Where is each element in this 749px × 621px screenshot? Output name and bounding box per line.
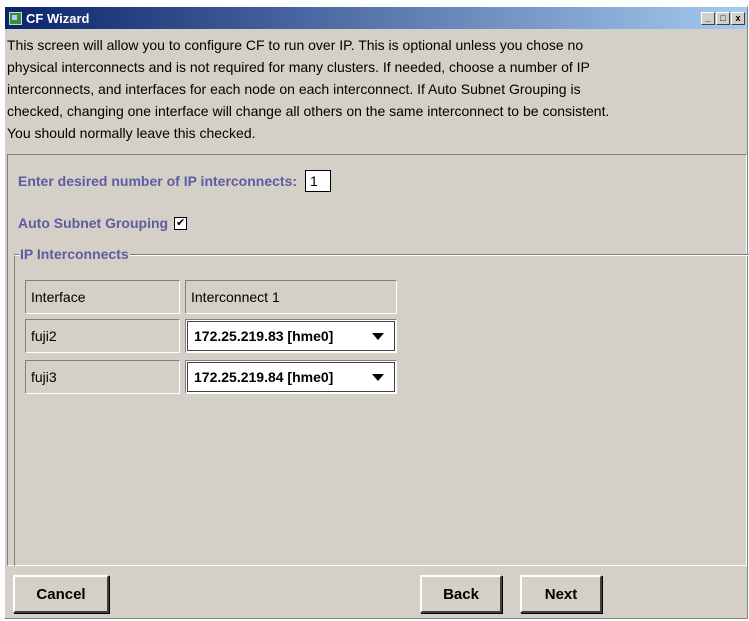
dropdown-arrow-icon[interactable] [372,332,384,340]
interconnect-count-row: Enter desired number of IP interconnects… [18,170,332,192]
title-bar[interactable]: CF Wizard _ □ x [5,7,747,29]
cf-wizard-window: CF Wizard _ □ x This screen will allow y… [4,6,749,619]
maximize-button[interactable]: □ [716,11,730,25]
window-title: CF Wizard [26,10,90,26]
interconnect-select-value: 172.25.219.84 [hme0] [194,369,334,385]
cancel-button[interactable]: Cancel [13,575,109,613]
header-interface: Interface [25,280,180,314]
interconnect-count-input[interactable]: 1 [305,170,332,192]
interconnect-select-fuji2[interactable]: 172.25.219.83 [hme0] [185,319,397,353]
ip-interconnects-group: IP Interconnects Interface Interconnect … [14,246,749,566]
interconnect-select-value: 172.25.219.83 [hme0] [194,328,334,344]
back-button[interactable]: Back [420,575,502,613]
window-controls: _ □ x [700,11,745,25]
dropdown-arrow-icon[interactable] [372,373,384,381]
header-interconnect-1: Interconnect 1 [185,280,397,314]
minimize-button[interactable]: _ [701,11,715,25]
auto-subnet-checkbox[interactable]: ✔ [174,216,188,230]
description-line: physical interconnects and is not requir… [7,59,590,75]
interconnect-select-box[interactable]: 172.25.219.83 [hme0] [187,321,395,351]
auto-subnet-row: Auto Subnet Grouping ✔ [18,215,188,231]
auto-subnet-label: Auto Subnet Grouping [18,215,169,231]
description-text: This screen will allow you to configure … [7,34,747,144]
app-icon [9,11,22,25]
interface-name-fuji2: fuji2 [25,319,180,353]
interconnect-select-box[interactable]: 172.25.219.84 [hme0] [187,362,395,392]
description-line: This screen will allow you to configure … [7,37,584,53]
description-line: interconnects, and interfaces for each n… [7,81,581,97]
next-button[interactable]: Next [520,575,602,613]
interconnect-count-label: Enter desired number of IP interconnects… [18,173,298,189]
description-line: checked, changing one interface will cha… [7,103,610,119]
interface-name-fuji3: fuji3 [25,360,180,394]
interconnect-select-fuji3[interactable]: 172.25.219.84 [hme0] [185,360,397,394]
button-bar: Cancel Back Next [7,569,747,617]
ip-interconnects-title: IP Interconnects [19,246,130,262]
settings-panel: Enter desired number of IP interconnects… [7,154,749,566]
description-line: You should normally leave this checked. [7,125,256,141]
close-button[interactable]: x [731,11,745,25]
